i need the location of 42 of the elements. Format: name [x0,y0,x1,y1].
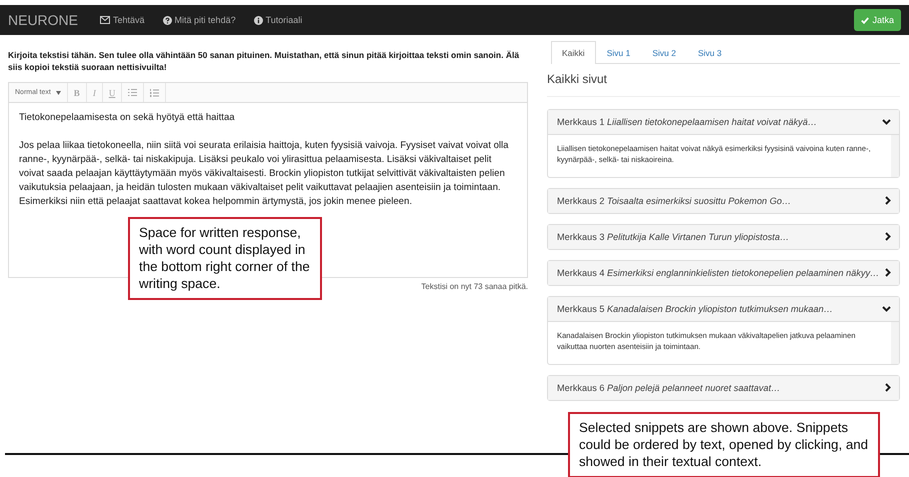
chevron-right-icon [885,382,891,392]
snippet-header[interactable]: Merkkaus 2 Toisaalta esimerkiksi suosittu Pokemon Go… [548,189,899,213]
info-icon [254,16,263,24]
snippet-title: Merkkaus 2 Toisaalta esimerkiksi suosittu Pokemon Go… [557,196,792,206]
word-count: Tekstisi on nyt 73 sanaa pitkä. [421,282,528,291]
chevron-down-icon [882,306,891,312]
envelope-icon [100,16,110,24]
scrollbar[interactable] [891,135,899,177]
chevron-right-icon [885,232,891,240]
bullet-list-icon [128,89,138,96]
snippet-title: Merkkaus 6 Paljon pelejä pelanneet nuoret saattavat… [557,383,782,393]
snippet-header[interactable]: Merkkaus 3 Pelitutkija Kalle Virtanen Turun yliopistosta… [548,225,899,249]
nav-link[interactable]: Mitä piti tehdä? [162,15,236,25]
snippet-header[interactable]: Merkkaus 1 Liiallisen tietokonepelaamisen haitat voivat näkyä… [548,110,899,134]
chevron-right-icon [885,268,891,276]
help-icon [162,16,172,24]
snippet-header[interactable]: Merkkaus 6 Paljon pelejä pelanneet nuoret saattavat… [548,376,899,400]
instruction-text: Kirjoita tekstisi tähän. Sen tulee olla vähintään 50 sanan pituinen. Muistathan, että sinun pitää kirjoittaa teksti omin sanoin. Älä siis kopioi tekstiä suoraan nettisivuilta! [8,49,520,73]
snippet-title: Merkkaus 1 Liiallisen tietokonepelaamisen haitat voivat näkyä… [557,117,818,127]
nav-link[interactable]: Tutoriaali [254,15,302,25]
scrollbar[interactable] [891,322,899,364]
snippet-title: Merkkaus 5 Kanadalaisen Brockin yliopiston tutkimuksen mukaan… [557,304,834,314]
essay-paragraph: Jos pelaa liikaa tietokoneella, niin siitä voi seurata erilaisia haittoja, kuten fyysisiä vaivoja. Fyysiset vaivat voivat olla ranne-, kyynärpää-, selkä- tai niskakipuja. Lisäksi peukalo voi ylirasittua pelaamisesta. Lisäksi väkivaltaiset pelit voivat saada pelaajan käyttäytymään myös väkivaltaisesti. Brockin yliopiston tutkijat selvittivät väkivaltaisten pelien vaikutuksia pelaajaan, ja heidän tulosten mukaan väkivaltaiset pelit vaikuttavat pelaajien asenteisiin ja toimintaan. Esimerkiksi niin että pelaajat saattavat kokea helpommin ärtymystä, jos jokin menee pieleen. [19,139,510,209]
app-brand[interactable]: NEURONE [8,12,78,28]
annotation-text: Space for written response, with word count displayed in the bottom right corner of the writing space. [139,225,310,291]
page-tab[interactable]: Kaikki [551,41,596,64]
nav-link[interactable]: Tehtävä [100,15,145,25]
page-tab[interactable]: Sivu 2 [641,41,687,63]
check-icon [861,16,870,24]
snippet-header[interactable]: Merkkaus 4 Esimerkiksi englanninkielisten tietokonepelien pelaaminen näkyy… [548,261,899,285]
annotation-text: Selected snippets are shown above. Snippets could be ordered by text, opened by clicking, and showed in their textual context. [579,420,868,469]
snippet-title: Merkkaus 3 Pelitutkija Kalle Virtanen Turun yliopistosta… [557,232,790,242]
page-tab[interactable]: Sivu 1 [596,41,642,63]
section-title: Kaikki sivut [547,64,900,97]
chevron-down-icon [882,119,891,125]
numbered-list-icon [150,88,160,96]
snippet-title: Merkkaus 4 Esimerkiksi englanninkielisten tietokonepelien pelaaminen näkyy… [557,268,880,278]
essay-title: Tietokonepelaamisesta on sekä hyötyä että haittaa [19,111,236,125]
snippet-header[interactable]: Merkkaus 5 Kanadalaisen Brockin yliopiston tutkimuksen mukaan… [548,297,899,321]
page-tab[interactable]: Sivu 3 [686,41,733,63]
caret-icon [56,90,61,94]
chevron-right-icon [885,196,891,204]
